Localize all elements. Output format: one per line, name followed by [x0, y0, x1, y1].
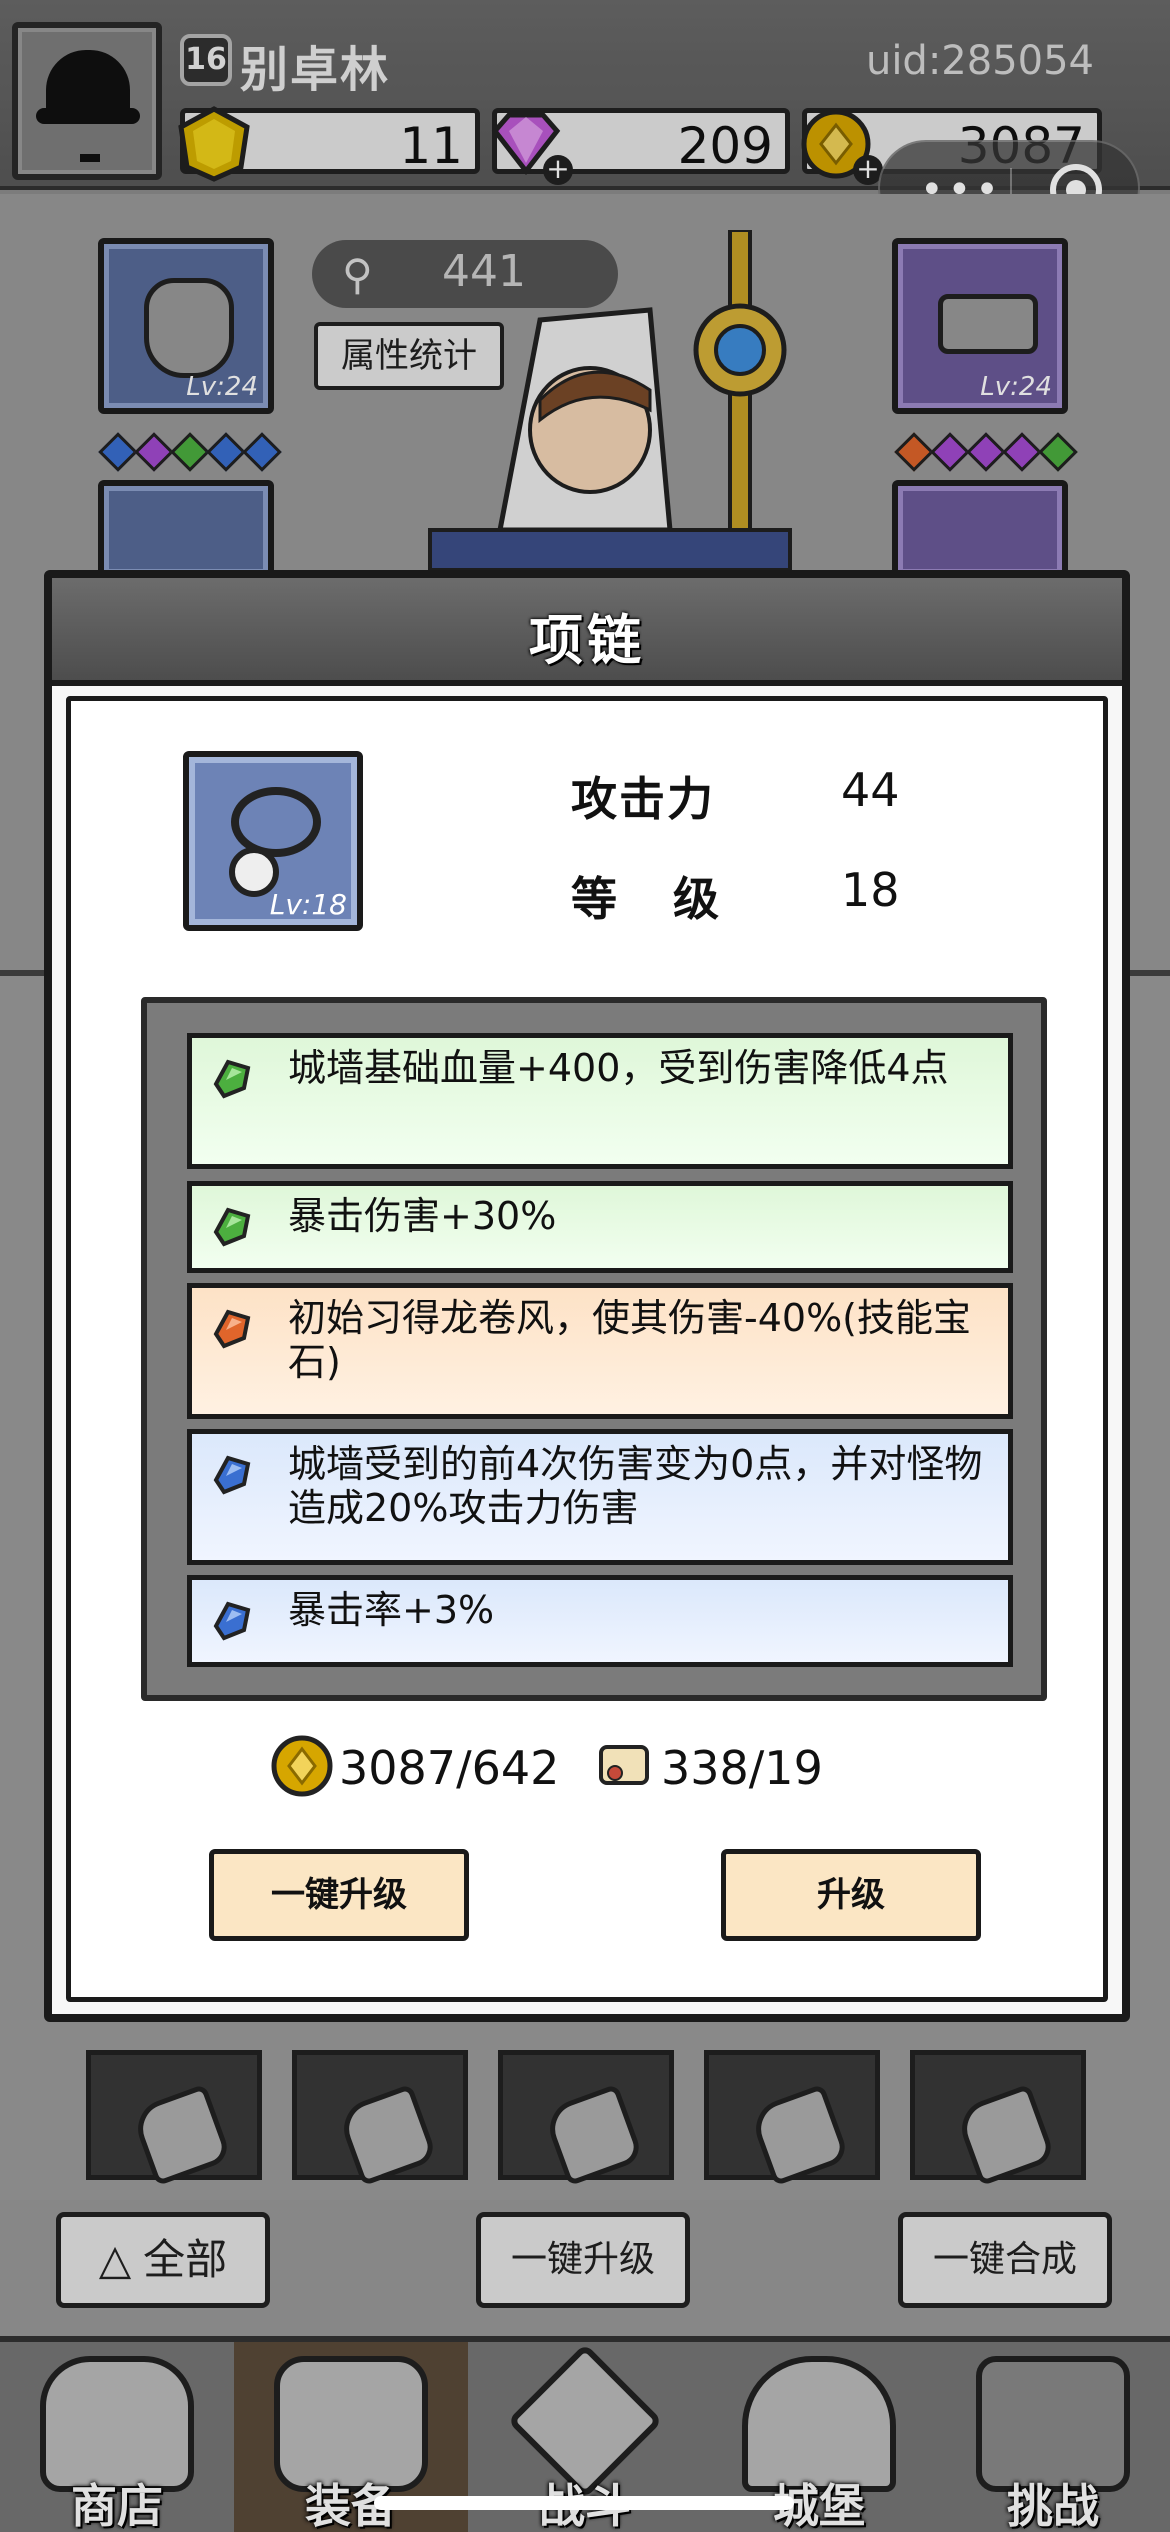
item-level-tag: Lv:18	[269, 888, 347, 921]
effect-item: 城墙受到的前4次伤害变为0点，并对怪物造成20%攻击力伤害	[187, 1429, 1013, 1565]
scroll-icon	[599, 1745, 649, 1785]
level-value: 18	[841, 863, 900, 917]
necklace-item-icon: Lv:18	[183, 751, 363, 931]
effect-item: 暴击伤害+30%	[187, 1181, 1013, 1273]
level-label: 等级	[571, 872, 775, 926]
orange-gem-icon	[213, 1309, 251, 1349]
coin-cost: 3087/642	[271, 1735, 560, 1797]
effect-text: 暴击伤害+30%	[288, 1194, 557, 1238]
scroll-cost: 338/19	[599, 1741, 823, 1795]
bulk-upgrade-button[interactable]: 一键升级	[209, 1849, 469, 1941]
dialog-header: 项链	[52, 578, 1122, 686]
home-indicator[interactable]	[374, 2496, 794, 2510]
attack-value: 44	[841, 763, 900, 817]
green-gem-icon	[213, 1059, 251, 1099]
necklace-chain-icon	[231, 787, 321, 857]
dialog-title: 项链	[529, 609, 645, 672]
scroll-cost-value: 338/19	[661, 1741, 823, 1795]
coin-cost-value: 3087/642	[339, 1741, 560, 1795]
effect-text: 暴击率+3%	[288, 1588, 495, 1632]
blue-gem-icon	[213, 1601, 251, 1641]
effect-item: 城墙基础血量+400，受到伤害降低4点	[187, 1033, 1013, 1169]
effect-item: 暴击率+3%	[187, 1575, 1013, 1667]
coin-icon	[271, 1735, 333, 1797]
effect-text: 初始习得龙卷风，使其伤害-40%(技能宝石)	[288, 1296, 971, 1384]
attack-label: 攻击力	[571, 772, 715, 826]
effect-text: 城墙基础血量+400，受到伤害降低4点	[288, 1046, 949, 1090]
green-gem-icon	[213, 1207, 251, 1247]
effects-list: 城墙基础血量+400，受到伤害降低4点 暴击伤害+30% 初始习得龙卷风，使其伤…	[141, 997, 1047, 1701]
dialog-body: Lv:18 攻击力 44 等级 18 城墙基础血量+400，受到伤害降低4点 暴…	[66, 696, 1108, 2002]
effect-text: 城墙受到的前4次伤害变为0点，并对怪物造成20%攻击力伤害	[288, 1442, 983, 1530]
upgrade-button[interactable]: 升级	[721, 1849, 981, 1941]
necklace-dialog: 项链 Lv:18 攻击力 44 等级 18 城墙基础血量+400，受到伤害降低4…	[44, 570, 1130, 2022]
effect-item: 初始习得龙卷风，使其伤害-40%(技能宝石)	[187, 1283, 1013, 1419]
blue-gem-icon	[213, 1455, 251, 1495]
